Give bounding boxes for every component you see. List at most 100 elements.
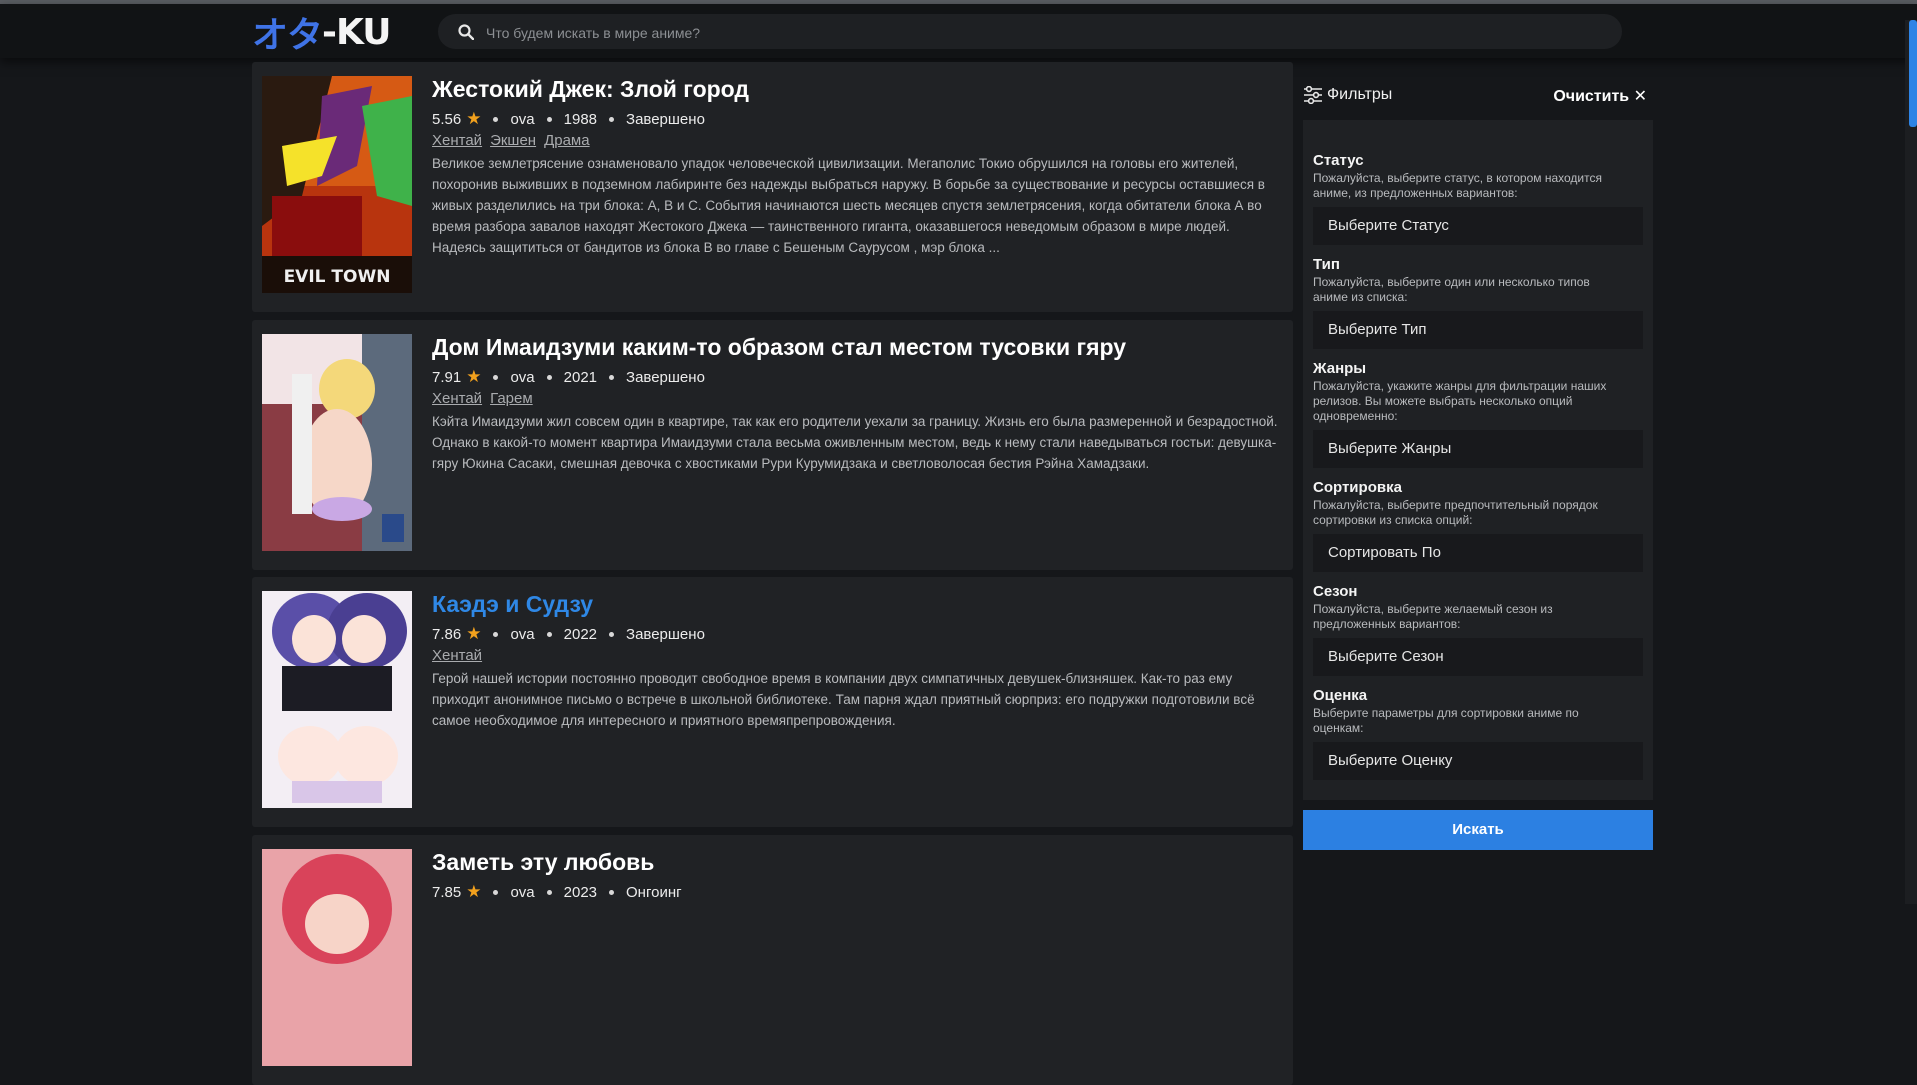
anime-card[interactable]: Дом Имаидзуми каким-то образом стал мест… — [252, 320, 1293, 570]
genre-link[interactable]: Драма — [544, 132, 590, 149]
clear-label: Очистить — [1553, 88, 1630, 105]
type-select[interactable]: Выберите Тип — [1313, 311, 1643, 349]
anime-poster[interactable] — [262, 591, 412, 808]
anime-title[interactable]: Дом Имаидзуми каким-то образом стал мест… — [432, 334, 1126, 361]
anime-title[interactable]: Жестокий Джек: Злой город — [432, 76, 749, 103]
filter-group-rating: Оценка Выберите параметры для сортировки… — [1313, 687, 1643, 780]
filter-group-season: Сезон Пожалуйста, выберите желаемый сезо… — [1313, 583, 1643, 676]
scrollbar-track[interactable] — [1905, 20, 1917, 904]
anime-year: 2022 — [563, 625, 598, 643]
close-icon: ✕ — [1633, 88, 1647, 105]
filter-group-title: Сортировка — [1313, 479, 1402, 496]
filter-group-description: Выберите параметры для сортировки аниме … — [1313, 706, 1579, 735]
rating-value: 7.86 — [432, 625, 462, 643]
rating-value: 7.85 — [432, 883, 462, 901]
separator-dot — [609, 374, 615, 380]
anime-description: Кэйта Имаидзуми жил совсем один в кварти… — [432, 414, 1278, 471]
search-bar[interactable] — [438, 14, 1622, 51]
poster-text: EVIL TOWN — [284, 267, 391, 287]
star-icon: ★ — [466, 109, 482, 128]
filter-group-title: Жанры — [1313, 360, 1367, 377]
sort-select[interactable]: Сортировать По — [1313, 534, 1643, 572]
site-header: オタ -KU — [0, 4, 1917, 58]
genre-list: Хентай Экшен Драма — [432, 132, 598, 149]
logo-part-latin: -KU — [322, 11, 391, 53]
anime-type: ova — [510, 625, 535, 643]
separator-dot — [546, 374, 552, 380]
scrollbar-thumb[interactable] — [1909, 20, 1917, 127]
separator-dot — [546, 889, 552, 895]
separator-dot — [493, 116, 499, 122]
filter-group-title: Сезон — [1313, 583, 1358, 600]
separator-dot — [493, 631, 499, 637]
rating-value: 7.91 — [432, 368, 462, 386]
anime-title[interactable]: Заметь эту любовь — [432, 849, 654, 876]
anime-status: Онгоинг — [626, 883, 682, 901]
separator-dot — [609, 889, 615, 895]
filter-group-description: Пожалуйста, выберите желаемый сезон из п… — [1313, 602, 1553, 631]
anime-title[interactable]: Каэдэ и Судзу — [432, 591, 593, 618]
filter-group-title: Тип — [1313, 256, 1340, 273]
anime-meta: 7.86 ★ ova 2022 Завершено — [432, 624, 705, 644]
filter-group-description: Пожалуйста, укажите жанры для фильтрации… — [1313, 379, 1607, 423]
genre-link[interactable]: Хентай — [432, 647, 482, 664]
filters-header: Фильтры Очистить ✕ — [1303, 80, 1653, 112]
anime-status: Завершено — [626, 368, 705, 386]
star-icon: ★ — [466, 624, 482, 643]
filters-sidebar: Фильтры Очистить ✕ Статус Пожалуйста, вы… — [1303, 80, 1653, 800]
genre-link[interactable]: Хентай — [432, 390, 482, 407]
anime-description: Герой нашей истории постоянно проводит с… — [432, 671, 1255, 728]
filters-title: Фильтры — [1327, 86, 1393, 103]
genre-link[interactable]: Гарем — [490, 390, 533, 407]
anime-meta: 7.85 ★ ova 2023 Онгоинг — [432, 882, 682, 902]
genre-link[interactable]: Хентай — [432, 132, 482, 149]
anime-type: ova — [510, 110, 535, 128]
filter-group-title: Статус — [1313, 152, 1364, 169]
separator-dot — [546, 631, 552, 637]
search-icon — [458, 24, 474, 40]
separator-dot — [609, 116, 615, 122]
filter-group-description: Пожалуйста, выберите один или несколько … — [1313, 275, 1590, 304]
filter-group-type: Тип Пожалуйста, выберите один или нескол… — [1313, 256, 1643, 349]
anime-poster[interactable]: EVIL TOWN — [262, 76, 412, 293]
anime-poster[interactable] — [262, 849, 412, 1066]
genre-link[interactable]: Экшен — [490, 132, 536, 149]
anime-year: 2021 — [563, 368, 598, 386]
genre-list: Хентай Гарем — [432, 390, 541, 407]
rating-value: 5.56 — [432, 110, 462, 128]
anime-poster[interactable] — [262, 334, 412, 551]
anime-status: Завершено — [626, 110, 705, 128]
anime-year: 2023 — [563, 883, 598, 901]
filter-group-description: Пожалуйста, выберите статус, в котором н… — [1313, 171, 1602, 200]
season-select[interactable]: Выберите Сезон — [1313, 638, 1643, 676]
filter-group-status: Статус Пожалуйста, выберите статус, в ко… — [1313, 152, 1643, 245]
separator-dot — [493, 889, 499, 895]
anime-type: ova — [510, 883, 535, 901]
anime-year: 1988 — [563, 110, 598, 128]
filter-group-title: Оценка — [1313, 687, 1368, 704]
filter-group-genres: Жанры Пожалуйста, укажите жанры для филь… — [1313, 360, 1643, 468]
anime-type: ova — [510, 368, 535, 386]
clear-filters-button[interactable]: Очистить ✕ — [1553, 86, 1647, 106]
filter-group-sort: Сортировка Пожалуйста, выберите предпочт… — [1313, 479, 1643, 572]
anime-description: Великое землетрясение ознаменовало упадо… — [432, 156, 1265, 255]
filter-sliders-icon — [1304, 86, 1322, 104]
genres-select[interactable]: Выберите Жанры — [1313, 430, 1643, 468]
star-icon: ★ — [466, 882, 482, 901]
separator-dot — [493, 374, 499, 380]
anime-meta: 7.91 ★ ova 2021 Завершено — [432, 367, 705, 387]
filters-panel: Статус Пожалуйста, выберите статус, в ко… — [1303, 120, 1653, 800]
anime-card[interactable]: Каэдэ и Судзу 7.86 ★ ova 2022 Завершено … — [252, 577, 1293, 827]
status-select[interactable]: Выберите Статус — [1313, 207, 1643, 245]
rating-select[interactable]: Выберите Оценку — [1313, 742, 1643, 780]
filter-group-description: Пожалуйста, выберите предпочтительный по… — [1313, 498, 1598, 527]
search-input[interactable] — [484, 14, 1608, 51]
anime-card[interactable]: Заметь эту любовь 7.85 ★ ova 2023 Онгоин… — [252, 835, 1293, 1085]
anime-status: Завершено — [626, 625, 705, 643]
separator-dot — [546, 116, 552, 122]
search-button[interactable]: Искать — [1303, 810, 1653, 850]
site-logo[interactable]: オタ -KU — [252, 10, 391, 57]
anime-meta: 5.56 ★ ova 1988 Завершено — [432, 109, 705, 129]
anime-card[interactable]: EVIL TOWN Жестокий Джек: Злой город 5.56… — [252, 62, 1293, 312]
logo-part-katakana: オタ — [252, 15, 323, 56]
